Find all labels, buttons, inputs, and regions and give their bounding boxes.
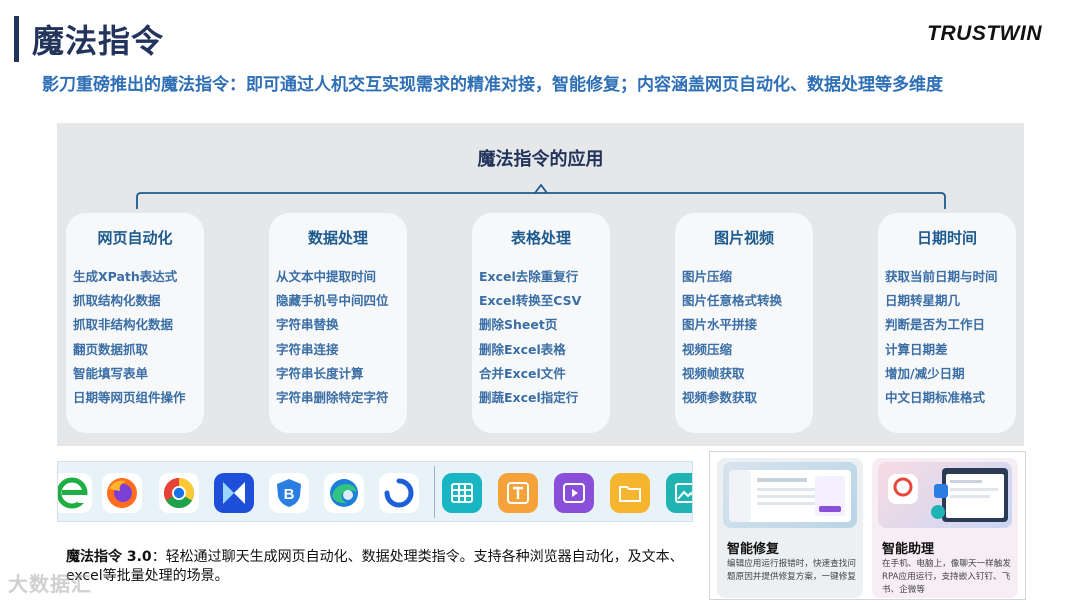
card-list: Excel去除重复行 Excel转换至CSV 删除Sheet页 删除Excel表… [479, 265, 581, 410]
feature-smart-repair: 智能修复 编辑应用运行报错时，快速查找问题原因并提供修复方案，一键修复 [717, 458, 863, 598]
list-item: 图片压缩 [682, 269, 733, 284]
feature-title: 智能修复 [727, 542, 780, 557]
text-app-icon[interactable] [498, 473, 538, 513]
list-item: 视频帧获取 [682, 365, 745, 381]
table-app-icon[interactable] [442, 473, 482, 513]
list-item: 生成XPath表达式 [73, 269, 178, 284]
list-item: 字符串替换 [276, 317, 339, 333]
description-text: ：轻松通过聊天生成网页自动化、数据处理类指令。支持各种浏览器自动化，及文本、ex… [66, 549, 684, 584]
applications-panel: 魔法指令的应用 网页自动化 生成XPath表达式 抓取结构化数据 抓取非结构化数… [57, 123, 1024, 446]
screenshot-thumbnail [723, 462, 857, 528]
svg-text:B: B [284, 486, 295, 503]
list-item: 计算日期差 [885, 341, 948, 357]
description-label: 魔法指令 3.0 [66, 549, 152, 565]
card-image-video: 图片视频 图片压缩 图片任意格式转换 图片水平拼接 视频压缩 视频帧获取 视频参… [675, 213, 813, 433]
card-date-time: 日期时间 获取当前日期与时间 日期转星期几 判断是否为工作日 计算日期差 增加/… [878, 213, 1016, 433]
dock-divider [434, 466, 435, 518]
card-table-processing: 表格处理 Excel去除重复行 Excel转换至CSV 删除Sheet页 删除E… [472, 213, 610, 433]
page-subtitle: 影刀重磅推出的魔法指令：即可通过人机交互实现需求的精准对接，智能修复；内容涵盖网… [42, 75, 943, 95]
shield-browser-icon[interactable]: B [269, 473, 309, 513]
card-list: 获取当前日期与时间 日期转星期几 判断是否为工作日 计算日期差 增加/减少日期 … [885, 265, 998, 410]
blue-circle-app-icon[interactable] [379, 473, 419, 513]
folder-app-icon[interactable] [610, 473, 650, 513]
list-item: 判断是否为工作日 [885, 317, 986, 333]
card-title: 数据处理 [307, 229, 368, 247]
image-app-icon[interactable] [666, 473, 692, 513]
list-item: 图片水平拼接 [682, 317, 758, 333]
page-title: 魔法指令 [32, 22, 165, 60]
card-list: 生成XPath表达式 抓取结构化数据 抓取非结构化数据 翻页数据抓取 智能填写表… [73, 265, 186, 410]
app-dock: B [57, 461, 693, 522]
list-item: 删除Excel表格 [479, 341, 566, 357]
card-web-automation: 网页自动化 生成XPath表达式 抓取结构化数据 抓取非结构化数据 翻页数据抓取… [66, 213, 204, 433]
feature-title: 智能助理 [882, 542, 935, 557]
list-item: Excel转换至CSV [479, 293, 582, 309]
list-item: 获取当前日期与时间 [885, 269, 998, 284]
card-data-processing: 数据处理 从文本中提取时间 隐藏手机号中间四位 字符串替换 字符串连接 字符串长… [269, 213, 407, 433]
screenshot-thumbnail [878, 462, 1012, 528]
feature-smart-assistant: 智能助理 在手机、电脑上，像聊天一样触发RPA应用运行，支持嵌入钉钉、飞书、企微… [872, 458, 1018, 598]
card-title: 日期时间 [916, 229, 977, 247]
list-item: 隐藏手机号中间四位 [276, 293, 389, 309]
list-item: 合并Excel文件 [479, 365, 566, 381]
feature-description: 编辑应用运行报错时，快速查找问题原因并提供修复方案，一键修复 [727, 559, 856, 582]
list-item: 图片任意格式转换 [682, 293, 783, 309]
list-item: 视频参数获取 [682, 389, 758, 405]
list-item: 删除Sheet页 [479, 317, 558, 333]
list-item: 日期转星期几 [885, 293, 961, 309]
list-item: 增加/减少日期 [885, 365, 965, 381]
list-item: 视频压缩 [682, 341, 733, 357]
card-title: 表格处理 [510, 229, 571, 247]
yingdao-icon[interactable] [214, 473, 254, 513]
watermark: 大数据汇 [8, 572, 92, 596]
list-item: 抓取结构化数据 [73, 293, 161, 309]
card-list: 图片压缩 图片任意格式转换 图片水平拼接 视频压缩 视频帧获取 视频参数获取 [682, 265, 782, 410]
firefox-icon[interactable] [102, 473, 142, 513]
brand-logo: TRUSTWIN [927, 22, 1042, 45]
bracket-connector [136, 183, 946, 209]
list-item: 翻页数据抓取 [73, 341, 149, 357]
feature-description: 在手机、电脑上，像聊天一样触发RPA应用运行，支持嵌入钉钉、飞书、企微等 [882, 559, 1011, 595]
list-item: 从文本中提取时间 [276, 269, 377, 284]
title-accent-bar [14, 16, 19, 62]
list-item: 日期等网页组件操作 [73, 389, 186, 405]
video-app-icon[interactable] [554, 473, 594, 513]
list-item: 中文日期标准格式 [885, 389, 986, 405]
card-title: 图片视频 [713, 229, 774, 247]
card-list: 从文本中提取时间 隐藏手机号中间四位 字符串替换 字符串连接 字符串长度计算 字… [276, 265, 389, 410]
list-item: 字符串删除特定字符 [276, 389, 389, 405]
feature-cards: 智能修复 编辑应用运行报错时，快速查找问题原因并提供修复方案，一键修复 智能助理… [709, 451, 1026, 600]
card-title: 网页自动化 [97, 229, 173, 247]
list-item: Excel去除重复行 [479, 269, 579, 284]
list-item: 抓取非结构化数据 [73, 317, 174, 333]
ie-browser-icon[interactable] [58, 473, 92, 513]
list-item: 删蔬Excel指定行 [479, 389, 579, 405]
description: 魔法指令 3.0：轻松通过聊天生成网页自动化、数据处理类指令。支持各种浏览器自动… [66, 548, 696, 586]
chrome-icon[interactable] [159, 473, 199, 513]
edge-icon[interactable] [324, 473, 364, 513]
list-item: 字符串长度计算 [276, 365, 364, 381]
panel-title: 魔法指令的应用 [477, 149, 604, 170]
list-item: 字符串连接 [276, 341, 339, 357]
list-item: 智能填写表单 [73, 365, 149, 381]
